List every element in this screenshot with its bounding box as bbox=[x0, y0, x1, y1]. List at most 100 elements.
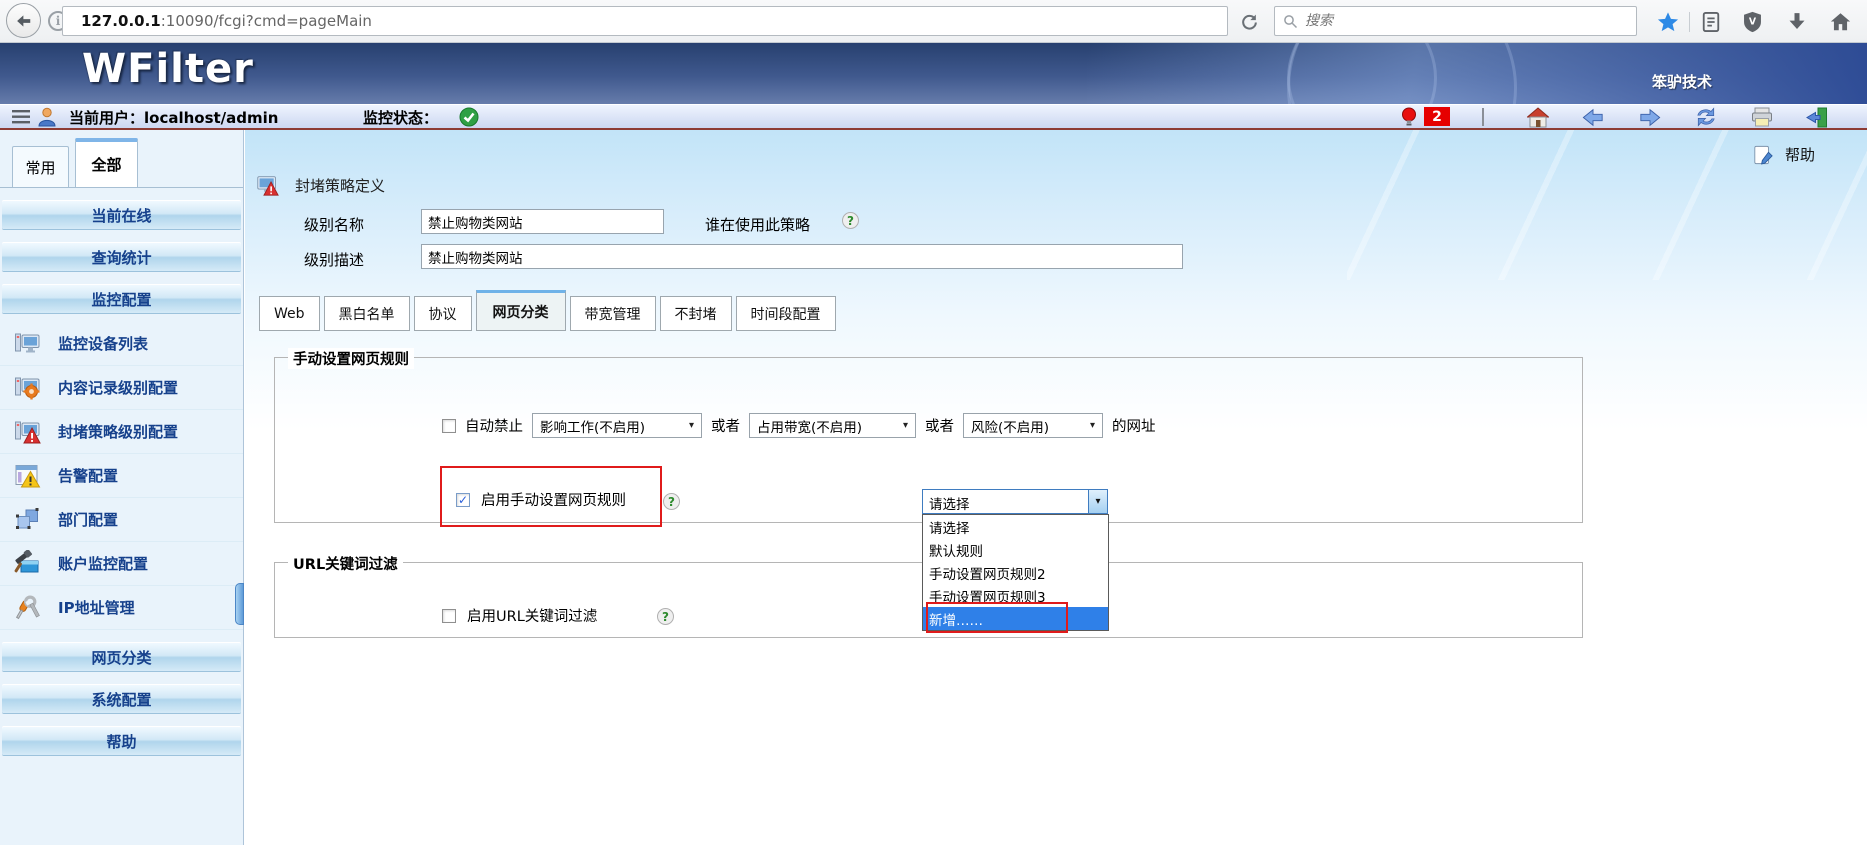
url-filter-legend: URL关键词过滤 bbox=[288, 553, 403, 574]
url-bar[interactable]: 127.0.0.1:10090/fcgi?cmd=pageMain bbox=[62, 6, 1228, 36]
block-policy-icon bbox=[256, 174, 279, 197]
alarm-bulb-icon[interactable] bbox=[1398, 106, 1420, 128]
sidebar-item-label: 账户监控配置 bbox=[58, 553, 148, 574]
menu-hamburger-icon[interactable] bbox=[10, 106, 32, 128]
toolbar-divider bbox=[1689, 12, 1690, 32]
chevron-down-icon: ▾ bbox=[689, 420, 694, 431]
window-warning-icon bbox=[14, 462, 41, 489]
sidebar-item[interactable]: 监控设备列表 bbox=[0, 322, 243, 366]
risk-select[interactable]: 风险(不启用)▾ bbox=[963, 413, 1103, 438]
sidebar-group-header[interactable]: 系统配置 bbox=[2, 684, 241, 714]
policy-tabs: Web黑白名单协议网页分类带宽管理不封堵时间段配置 bbox=[259, 290, 836, 331]
enable-manual-rule-label: 启用手动设置网页规则 bbox=[481, 489, 626, 510]
who-uses-help-icon[interactable]: ? bbox=[842, 212, 859, 229]
level-name-input[interactable] bbox=[421, 209, 664, 234]
refresh-page-icon[interactable] bbox=[1695, 106, 1717, 128]
sidebar-item-label: IP地址管理 bbox=[58, 597, 135, 618]
sidebar-item[interactable]: 账户监控配置 bbox=[0, 542, 243, 586]
enable-manual-rule-checkbox[interactable]: ✓ bbox=[456, 493, 470, 507]
bandwidth-select[interactable]: 占用带宽(不启用)▾ bbox=[749, 413, 916, 438]
policy-tab[interactable]: 时间段配置 bbox=[736, 296, 836, 331]
sidebar-tab-all[interactable]: 全部 bbox=[75, 138, 138, 187]
nav-back-icon[interactable] bbox=[1582, 106, 1604, 128]
alarm-count-badge[interactable]: 2 bbox=[1424, 107, 1450, 126]
sidebar-item[interactable]: 内容记录级别配置 bbox=[0, 366, 243, 410]
url-filter-help-icon[interactable]: ? bbox=[657, 608, 674, 625]
page-title: 封堵策略定义 bbox=[295, 175, 385, 196]
shield-extension-icon[interactable]: V bbox=[1740, 9, 1765, 34]
url-filter-label: 启用URL关键词过滤 bbox=[467, 605, 597, 626]
help-link[interactable]: 帮助 bbox=[1753, 144, 1815, 165]
help-doc-icon bbox=[1753, 145, 1773, 165]
sidebar-item-label: 部门配置 bbox=[58, 509, 118, 530]
sidebar-item[interactable]: IP地址管理 bbox=[0, 586, 243, 630]
dropdown-option[interactable]: 默认规则 bbox=[923, 538, 1108, 561]
sidebar-item-label: 告警配置 bbox=[58, 465, 118, 486]
search-box[interactable] bbox=[1274, 6, 1637, 36]
bookmarks-menu-icon[interactable] bbox=[1698, 9, 1723, 34]
sidebar-menu: 当前在线查询统计监控配置监控设备列表内容记录级别配置封堵策略级别配置告警配置部门… bbox=[0, 200, 243, 756]
browser-back-button[interactable] bbox=[6, 3, 41, 38]
statusbar-divider bbox=[1482, 108, 1484, 126]
dropdown-option[interactable]: 手动设置网页规则2 bbox=[923, 561, 1108, 584]
status-ok-icon bbox=[458, 106, 480, 128]
home-page-icon[interactable] bbox=[1527, 106, 1549, 128]
bookmark-star-icon[interactable] bbox=[1655, 9, 1680, 34]
policy-tab[interactable]: 网页分类 bbox=[476, 290, 566, 331]
sidebar-group-header[interactable]: 网页分类 bbox=[2, 642, 241, 672]
auto-block-checkbox[interactable] bbox=[442, 419, 456, 433]
sidebar: 常用全部 当前在线查询统计监控配置监控设备列表内容记录级别配置封堵策略级别配置告… bbox=[0, 130, 244, 845]
sidebar-group-header[interactable]: 帮助 bbox=[2, 726, 241, 756]
sidebar-group-header[interactable]: 查询统计 bbox=[2, 242, 241, 272]
sidebar-group-header[interactable]: 监控配置 bbox=[2, 284, 241, 314]
sidebar-tab-common[interactable]: 常用 bbox=[12, 146, 69, 187]
downloads-icon[interactable] bbox=[1784, 9, 1809, 34]
policy-tab[interactable]: 协议 bbox=[414, 296, 472, 331]
chevron-down-icon: ▾ bbox=[903, 420, 908, 431]
back-arrow-icon bbox=[14, 11, 34, 31]
level-desc-input[interactable] bbox=[421, 244, 1183, 269]
dropdown-option[interactable]: 请选择 bbox=[923, 515, 1108, 538]
who-uses-label: 谁在使用此策略 bbox=[705, 214, 810, 235]
account-monitor-icon bbox=[14, 550, 41, 577]
url-suffix-label: 的网址 bbox=[1112, 415, 1156, 436]
sidebar-item[interactable]: 封堵策略级别配置 bbox=[0, 410, 243, 454]
app-banner: WFilter 笨驴技术 bbox=[0, 43, 1867, 104]
policy-tab[interactable]: 黑白名单 bbox=[324, 296, 410, 331]
annotation-box-new-option bbox=[926, 602, 1068, 633]
rule-combobox-value: 请选择 bbox=[923, 490, 1088, 513]
home-icon[interactable] bbox=[1828, 9, 1853, 34]
monitor-gear-icon bbox=[14, 374, 41, 401]
rule-combobox[interactable]: 请选择 ▾ bbox=[922, 489, 1108, 514]
policy-tab[interactable]: 不封堵 bbox=[660, 296, 732, 331]
sidebar-item[interactable]: 告警配置 bbox=[0, 454, 243, 498]
monitor-icon bbox=[14, 330, 41, 357]
reload-button[interactable] bbox=[1236, 9, 1262, 35]
sidebar-collapse-handle[interactable] bbox=[235, 583, 244, 625]
or-label-2: 或者 bbox=[925, 415, 954, 436]
or-label-1: 或者 bbox=[711, 415, 740, 436]
nav-forward-icon[interactable] bbox=[1639, 106, 1661, 128]
sidebar-item[interactable]: 部门配置 bbox=[0, 498, 243, 542]
logout-icon[interactable] bbox=[1806, 106, 1828, 128]
sidebar-group-header[interactable]: 当前在线 bbox=[2, 200, 241, 230]
manual-rules-legend: 手动设置网页规则 bbox=[288, 348, 414, 369]
url-filter-checkbox[interactable] bbox=[442, 609, 456, 623]
reload-icon bbox=[1240, 13, 1259, 32]
policy-tab[interactable]: Web bbox=[259, 296, 320, 331]
level-desc-label: 级别描述 bbox=[304, 249, 364, 270]
search-input[interactable] bbox=[1305, 13, 1628, 29]
policy-tab[interactable]: 带宽管理 bbox=[570, 296, 656, 331]
brand-text: 笨驴技术 bbox=[1652, 71, 1712, 92]
url-host: 127.0.0.1 bbox=[81, 12, 161, 30]
manual-rule-help-icon[interactable]: ? bbox=[663, 493, 680, 510]
rule-combobox-dropdown-button[interactable]: ▾ bbox=[1088, 490, 1107, 513]
level-name-label: 级别名称 bbox=[304, 214, 364, 235]
influence-work-select[interactable]: 影响工作(不启用)▾ bbox=[532, 413, 702, 438]
print-icon[interactable] bbox=[1751, 106, 1773, 128]
url-filter-row: 启用URL关键词过滤 bbox=[442, 605, 597, 626]
monitor-alert-icon bbox=[14, 418, 41, 445]
sidebar-items-group: 监控设备列表内容记录级别配置封堵策略级别配置告警配置部门配置账户监控配置 IP地址… bbox=[0, 322, 243, 630]
help-link-label[interactable]: 帮助 bbox=[1785, 144, 1815, 165]
sidebar-tabs: 常用全部 bbox=[0, 130, 243, 188]
